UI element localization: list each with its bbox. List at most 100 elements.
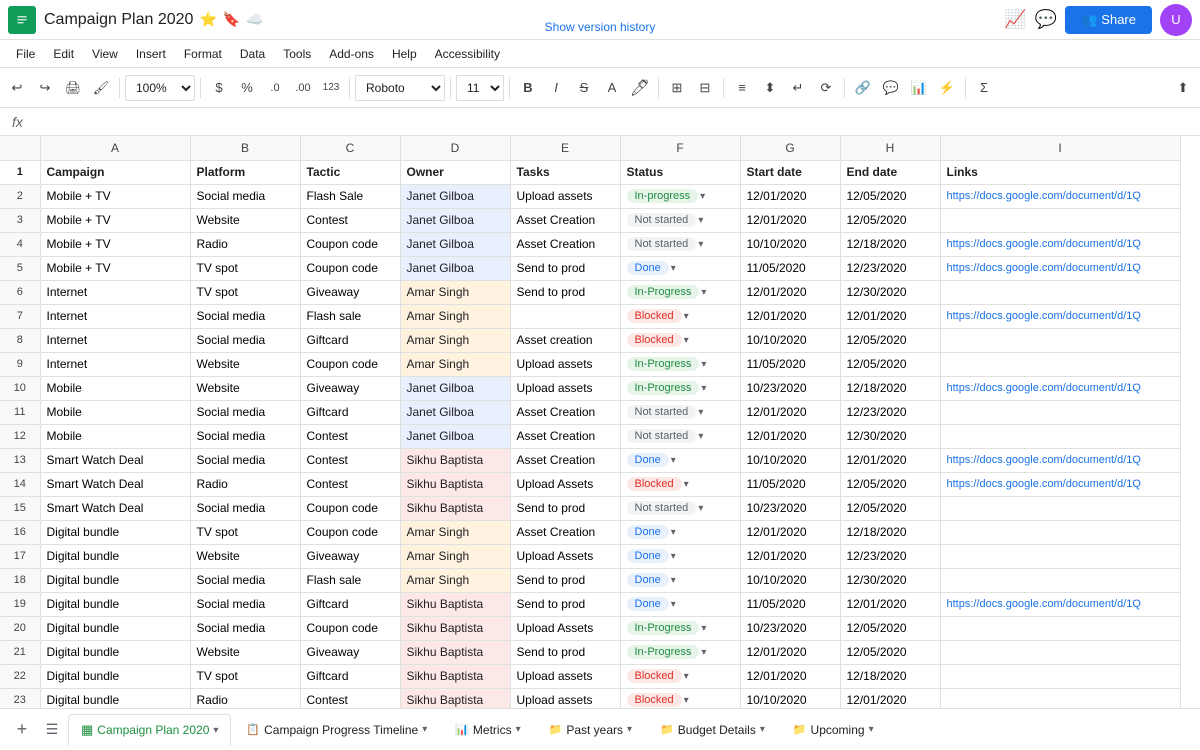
col-header-f[interactable]: F	[620, 136, 740, 160]
cell-end-date-16[interactable]: 12/18/2020	[840, 520, 940, 544]
status-dropdown-4[interactable]: ▾	[698, 239, 703, 250]
cell-campaign-12[interactable]: Mobile	[40, 424, 190, 448]
cell-campaign-16[interactable]: Digital bundle	[40, 520, 190, 544]
cell-tactic-16[interactable]: Coupon code	[300, 520, 400, 544]
cell-platform-21[interactable]: Website	[190, 640, 300, 664]
status-dropdown-14[interactable]: ▾	[684, 479, 689, 490]
cell-links-17[interactable]	[940, 544, 1180, 568]
cell-campaign-8[interactable]: Internet	[40, 328, 190, 352]
cell-start-date-12[interactable]: 12/01/2020	[740, 424, 840, 448]
filter-button[interactable]: ⚡	[934, 75, 960, 101]
cell-owner-3[interactable]: Janet Gilboa	[400, 208, 510, 232]
cell-owner-19[interactable]: Sikhu Baptista	[400, 592, 510, 616]
cell-platform-18[interactable]: Social media	[190, 568, 300, 592]
cell-campaign-11[interactable]: Mobile	[40, 400, 190, 424]
borders-button[interactable]: ⊞	[664, 75, 690, 101]
cell-tactic-22[interactable]: Giftcard	[300, 664, 400, 688]
cell-tasks-23[interactable]: Upload assets	[510, 688, 620, 708]
cell-start-date-19[interactable]: 11/05/2020	[740, 592, 840, 616]
decimal-down-button[interactable]: .0	[262, 75, 288, 101]
cell-status-14[interactable]: Blocked ▾	[620, 472, 740, 496]
cell-links-8[interactable]	[940, 328, 1180, 352]
tab-dropdown-past-years[interactable]: ▾	[627, 724, 632, 735]
menu-edit[interactable]: Edit	[45, 45, 82, 63]
cell-campaign-15[interactable]: Smart Watch Deal	[40, 496, 190, 520]
cell-tasks-10[interactable]: Upload assets	[510, 376, 620, 400]
cell-status-11[interactable]: Not started ▾	[620, 400, 740, 424]
cell-end-date-4[interactable]: 12/18/2020	[840, 232, 940, 256]
tab-metrics[interactable]: 📊 Metrics ▾	[442, 714, 533, 746]
cell-links-4[interactable]: https://docs.google.com/document/d/1Q	[940, 232, 1180, 256]
col-header-h[interactable]: H	[840, 136, 940, 160]
cell-status-8[interactable]: Blocked ▾	[620, 328, 740, 352]
cell-owner-8[interactable]: Amar Singh	[400, 328, 510, 352]
cloud-icon[interactable]: ☁️	[246, 11, 263, 28]
redo-button[interactable]: ↪	[32, 75, 58, 101]
cell-status-6[interactable]: In-Progress ▾	[620, 280, 740, 304]
print-button[interactable]: 🖨	[60, 75, 86, 101]
status-dropdown-19[interactable]: ▾	[671, 599, 676, 610]
cell-platform-8[interactable]: Social media	[190, 328, 300, 352]
tab-budget-details[interactable]: 📁 Budget Details ▾	[647, 714, 778, 746]
italic-button[interactable]: I	[543, 75, 569, 101]
cell-tactic-5[interactable]: Coupon code	[300, 256, 400, 280]
cell-tactic-17[interactable]: Giveaway	[300, 544, 400, 568]
cell-links-12[interactable]	[940, 424, 1180, 448]
chat-icon[interactable]: 💬	[1035, 9, 1057, 30]
status-dropdown-15[interactable]: ▾	[698, 503, 703, 514]
cell-end-date-10[interactable]: 12/18/2020	[840, 376, 940, 400]
tab-dropdown-progress[interactable]: ▾	[422, 724, 427, 735]
cell-links-22[interactable]	[940, 664, 1180, 688]
status-dropdown-6[interactable]: ▾	[701, 287, 706, 298]
status-dropdown-8[interactable]: ▾	[684, 335, 689, 346]
align-button[interactable]: ≡	[729, 75, 755, 101]
cell-platform-3[interactable]: Website	[190, 208, 300, 232]
valign-button[interactable]: ⬍	[757, 75, 783, 101]
cell-status-7[interactable]: Blocked ▾	[620, 304, 740, 328]
cell-tasks-8[interactable]: Asset creation	[510, 328, 620, 352]
cell-campaign-20[interactable]: Digital bundle	[40, 616, 190, 640]
tab-dropdown-budget[interactable]: ▾	[760, 724, 765, 735]
cell-start-date-13[interactable]: 10/10/2020	[740, 448, 840, 472]
col-header-i[interactable]: I	[940, 136, 1180, 160]
tab-campaign-plan-2020[interactable]: ▦ Campaign Plan 2020 ▾	[68, 714, 231, 746]
cell-start-date-10[interactable]: 10/23/2020	[740, 376, 840, 400]
cell-platform-7[interactable]: Social media	[190, 304, 300, 328]
col-header-b[interactable]: B	[190, 136, 300, 160]
cell-links-6[interactable]	[940, 280, 1180, 304]
cell-end-date-6[interactable]: 12/30/2020	[840, 280, 940, 304]
cell-owner-18[interactable]: Amar Singh	[400, 568, 510, 592]
cell-status-2[interactable]: In-progress ▾	[620, 184, 740, 208]
cell-tactic-19[interactable]: Giftcard	[300, 592, 400, 616]
col-header-c[interactable]: C	[300, 136, 400, 160]
decimal-up-button[interactable]: .00	[290, 75, 316, 101]
cell-tasks-4[interactable]: Asset Creation	[510, 232, 620, 256]
cell-platform-11[interactable]: Social media	[190, 400, 300, 424]
grid-wrapper[interactable]: A B C D E F G H I 1 Campaign	[0, 136, 1200, 708]
cell-tactic-23[interactable]: Contest	[300, 688, 400, 708]
cell-platform-14[interactable]: Radio	[190, 472, 300, 496]
cell-end-date-15[interactable]: 12/05/2020	[840, 496, 940, 520]
font-size-select[interactable]: 11	[456, 75, 504, 101]
tab-dropdown-metrics[interactable]: ▾	[516, 724, 521, 735]
cell-owner-7[interactable]: Amar Singh	[400, 304, 510, 328]
cell-status-22[interactable]: Blocked ▾	[620, 664, 740, 688]
cell-owner-5[interactable]: Janet Gilboa	[400, 256, 510, 280]
cell-end-date-19[interactable]: 12/01/2020	[840, 592, 940, 616]
star-icon[interactable]: ⭐	[199, 11, 216, 28]
cell-platform-13[interactable]: Social media	[190, 448, 300, 472]
status-dropdown-9[interactable]: ▾	[701, 359, 706, 370]
cell-end-date-2[interactable]: 12/05/2020	[840, 184, 940, 208]
cell-tactic-4[interactable]: Coupon code	[300, 232, 400, 256]
cell-owner-21[interactable]: Sikhu Baptista	[400, 640, 510, 664]
cell-status-15[interactable]: Not started ▾	[620, 496, 740, 520]
merge-button[interactable]: ⊟	[692, 75, 718, 101]
cell-campaign-2[interactable]: Mobile + TV	[40, 184, 190, 208]
cell-end-date-21[interactable]: 12/05/2020	[840, 640, 940, 664]
paint-format-button[interactable]: 🖌	[88, 75, 114, 101]
cell-links-23[interactable]	[940, 688, 1180, 708]
cell-start-date-14[interactable]: 11/05/2020	[740, 472, 840, 496]
cell-links-2[interactable]: https://docs.google.com/document/d/1Q	[940, 184, 1180, 208]
sheets-menu-button[interactable]: ☰	[38, 716, 66, 744]
status-dropdown-22[interactable]: ▾	[684, 671, 689, 682]
